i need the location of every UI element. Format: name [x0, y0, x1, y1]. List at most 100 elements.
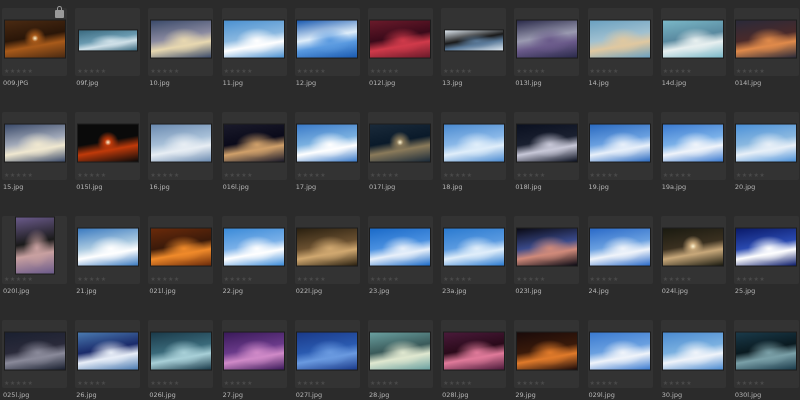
thumbnail-cell[interactable]: ★★★★★ 19.jpg	[587, 112, 653, 191]
rating-stars[interactable]: ★★★★★	[663, 172, 692, 179]
thumbnail-cell[interactable]: ★★★★★ 12.jpg	[294, 8, 360, 87]
rating-stars[interactable]: ★★★★★	[443, 276, 472, 283]
thumbnail-cell[interactable]: ★★★★★ 022l.jpg	[294, 216, 360, 295]
rating-stars[interactable]: ★★★★★	[370, 276, 399, 283]
rating-stars[interactable]: ★★★★★	[224, 380, 253, 387]
thumbnail-image[interactable]	[516, 332, 577, 370]
rating-stars[interactable]: ★★★★★	[590, 172, 619, 179]
rating-stars[interactable]: ★★★★★	[443, 172, 472, 179]
thumbnail-image[interactable]	[516, 20, 577, 58]
thumbnail-image[interactable]	[78, 30, 137, 51]
thumbnail-image[interactable]	[150, 228, 211, 266]
thumbnail-cell[interactable]: ★★★★★ 14.jpg	[587, 8, 653, 87]
thumbnail-cell[interactable]: ★★★★★ 014l.jpg	[733, 8, 799, 87]
rating-stars[interactable]: ★★★★★	[590, 380, 619, 387]
thumbnail-image[interactable]	[516, 228, 577, 266]
thumbnail-cell[interactable]: ★★★★★ 28.jpg	[367, 320, 433, 399]
thumbnail-cell[interactable]: ★★★★★ 016l.jpg	[221, 112, 287, 191]
thumbnail-image[interactable]	[590, 332, 650, 370]
thumbnail-cell[interactable]: ★★★★★ 30.jpg	[660, 320, 726, 399]
rating-stars[interactable]: ★★★★★	[516, 380, 545, 387]
thumbnail-cell[interactable]: ★★★★★ 026l.jpg	[148, 320, 214, 399]
rating-stars[interactable]: ★★★★★	[297, 172, 326, 179]
thumbnail-image[interactable]	[224, 332, 285, 370]
rating-stars[interactable]: ★★★★★	[590, 276, 619, 283]
thumbnail-image[interactable]	[444, 30, 503, 51]
thumbnail-image[interactable]	[590, 20, 650, 58]
thumbnail-image[interactable]	[663, 20, 724, 58]
rating-stars[interactable]: ★★★★★	[4, 172, 33, 179]
thumbnail-image[interactable]	[370, 20, 431, 58]
rating-stars[interactable]: ★★★★★	[736, 172, 765, 179]
thumbnail-cell[interactable]: ★★★★★ 22.jpg	[221, 216, 287, 295]
rating-stars[interactable]: ★★★★★	[77, 172, 106, 179]
thumbnail-image[interactable]	[297, 332, 358, 370]
thumbnail-cell[interactable]: ★★★★★ 024l.jpg	[660, 216, 726, 295]
thumbnail-cell[interactable]: ★★★★★ 025l.jpg	[2, 320, 67, 399]
rating-stars[interactable]: ★★★★★	[370, 380, 399, 387]
thumbnail-cell[interactable]: ★★★★★ 017l.jpg	[367, 112, 433, 191]
thumbnail-cell[interactable]: ★★★★★ 13.jpg	[441, 8, 507, 87]
rating-stars[interactable]: ★★★★★	[443, 380, 472, 387]
thumbnail-image[interactable]	[736, 228, 797, 266]
thumbnail-image[interactable]	[150, 124, 211, 162]
rating-stars[interactable]: ★★★★★	[77, 276, 106, 283]
thumbnail-cell[interactable]: ★★★★★ 028l.jpg	[441, 320, 507, 399]
rating-stars[interactable]: ★★★★★	[150, 380, 179, 387]
rating-stars[interactable]: ★★★★★	[663, 68, 692, 75]
rating-stars[interactable]: ★★★★★	[4, 276, 33, 283]
thumbnail-image[interactable]	[297, 124, 358, 162]
thumbnail-image[interactable]	[590, 124, 650, 162]
thumbnail-cell[interactable]: ★★★★★ 21.jpg	[75, 216, 141, 295]
thumbnail-cell[interactable]: ★★★★★ 29.jpg	[514, 320, 580, 399]
thumbnail-cell[interactable]: ★★★★★ 24.jpg	[587, 216, 653, 295]
rating-stars[interactable]: ★★★★★	[297, 276, 326, 283]
thumbnail-cell[interactable]: ★★★★★ 23a.jpg	[441, 216, 507, 295]
rating-stars[interactable]: ★★★★★	[297, 68, 326, 75]
thumbnail-image[interactable]	[297, 228, 358, 266]
thumbnail-image[interactable]	[370, 332, 431, 370]
thumbnail-image[interactable]	[370, 124, 431, 162]
thumbnail-cell[interactable]: ★★★★★ 020l.jpg	[2, 216, 67, 295]
thumbnail-cell[interactable]: ★★★★★ 030l.jpg	[733, 320, 799, 399]
thumbnail-image[interactable]	[736, 332, 797, 370]
thumbnail-cell[interactable]: ★★★★★ 10.jpg	[148, 8, 214, 87]
thumbnail-cell[interactable]: ★★★★★ 27.jpg	[221, 320, 287, 399]
thumbnail-image[interactable]	[77, 228, 138, 266]
rating-stars[interactable]: ★★★★★	[224, 172, 253, 179]
thumbnail-cell[interactable]: ★★★★★ 11.jpg	[221, 8, 287, 87]
rating-stars[interactable]: ★★★★★	[4, 380, 33, 387]
thumbnail-cell[interactable]: ★★★★★ 018l.jpg	[514, 112, 580, 191]
thumbnail-cell[interactable]: ★★★★★ 25.jpg	[733, 216, 799, 295]
thumbnail-image[interactable]	[516, 124, 577, 162]
rating-stars[interactable]: ★★★★★	[224, 276, 253, 283]
thumbnail-image[interactable]	[224, 124, 285, 162]
thumbnail-image[interactable]	[663, 228, 724, 266]
thumbnail-cell[interactable]: ★★★★★ 015l.jpg	[75, 112, 141, 191]
thumbnail-image[interactable]	[736, 20, 797, 58]
rating-stars[interactable]: ★★★★★	[150, 68, 179, 75]
rating-stars[interactable]: ★★★★★	[77, 380, 106, 387]
rating-stars[interactable]: ★★★★★	[663, 380, 692, 387]
thumbnail-image[interactable]	[15, 217, 54, 274]
thumbnail-cell[interactable]: ★★★★★ 26.jpg	[75, 320, 141, 399]
thumbnail-cell[interactable]: ★★★★★ 023l.jpg	[514, 216, 580, 295]
thumbnail-image[interactable]	[663, 124, 724, 162]
thumbnail-cell[interactable]: ★★★★★ 15.jpg	[2, 112, 67, 191]
rating-stars[interactable]: ★★★★★	[516, 276, 545, 283]
thumbnail-image[interactable]	[4, 332, 65, 370]
thumbnail-cell[interactable]: ★★★★★ 23.jpg	[367, 216, 433, 295]
thumbnail-image[interactable]	[590, 228, 650, 266]
thumbnail-image[interactable]	[150, 332, 211, 370]
rating-stars[interactable]: ★★★★★	[516, 68, 545, 75]
thumbnail-image[interactable]	[443, 228, 504, 266]
thumbnail-image[interactable]	[297, 20, 358, 58]
thumbnail-image[interactable]	[150, 20, 211, 58]
thumbnail-cell[interactable]: ★★★★★ 18.jpg	[441, 112, 507, 191]
thumbnail-cell[interactable]: ★★★★★ 029l.jpg	[587, 320, 653, 399]
thumbnail-image[interactable]	[77, 124, 138, 162]
rating-stars[interactable]: ★★★★★	[736, 68, 765, 75]
rating-stars[interactable]: ★★★★★	[736, 276, 765, 283]
thumbnail-image[interactable]	[443, 332, 504, 370]
rating-stars[interactable]: ★★★★★	[370, 68, 399, 75]
